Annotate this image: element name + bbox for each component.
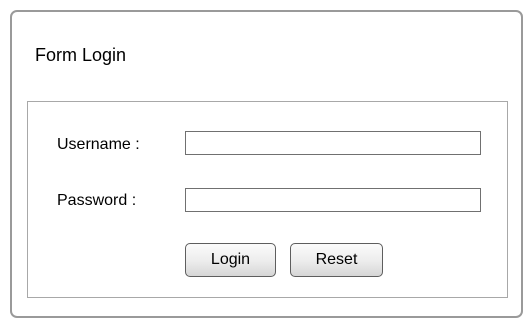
username-input[interactable] <box>185 131 481 155</box>
username-label: Username : <box>57 136 140 153</box>
password-input[interactable] <box>185 188 481 212</box>
login-window: Form Login Username : Password : Login R… <box>10 10 523 318</box>
window-title: Form Login <box>35 45 127 65</box>
reset-button[interactable]: Reset <box>290 243 383 277</box>
password-label: Password : <box>57 192 137 209</box>
login-button[interactable]: Login <box>185 243 276 277</box>
